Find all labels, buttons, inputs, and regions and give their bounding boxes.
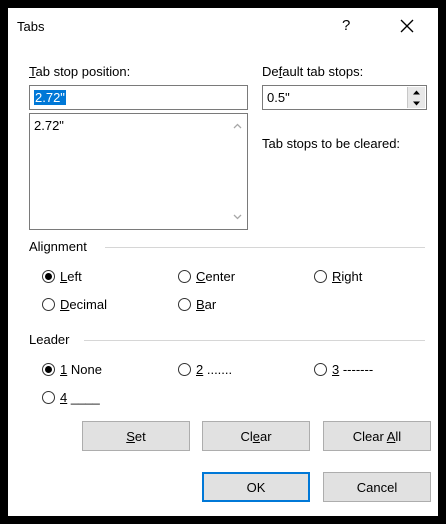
- radio-unselected-icon: [178, 363, 191, 376]
- close-icon: [400, 19, 414, 33]
- tabs-dialog: Tabs ? Tab stop position: 2.72" 2.72" De…: [8, 8, 438, 516]
- tab-stops-cleared-label: Tab stops to be cleared:: [262, 136, 401, 151]
- clear-button[interactable]: Clear: [202, 421, 310, 451]
- radio-unselected-icon: [178, 270, 191, 283]
- set-button[interactable]: Set: [82, 421, 190, 451]
- alignment-divider: [105, 247, 425, 248]
- default-tab-stops-input[interactable]: 0.5": [262, 85, 427, 110]
- alignment-decimal-radio[interactable]: Decimal: [42, 297, 107, 312]
- spin-down-icon: [413, 101, 420, 106]
- radio-unselected-icon: [314, 363, 327, 376]
- tab-stop-position-label: Tab stop position:: [29, 64, 131, 79]
- clear-all-button[interactable]: Clear All: [323, 421, 431, 451]
- radio-selected-icon: [42, 270, 55, 283]
- tab-stop-list[interactable]: 2.72": [29, 113, 248, 230]
- alignment-left-radio[interactable]: Left: [42, 269, 82, 284]
- radio-selected-icon: [42, 363, 55, 376]
- leader-none-radio[interactable]: 1 None: [42, 362, 102, 377]
- radio-unselected-icon: [314, 270, 327, 283]
- tab-stop-list-item[interactable]: 2.72": [34, 118, 64, 133]
- default-tab-stops-label: Default tab stops:: [262, 64, 364, 79]
- alignment-center-radio[interactable]: Center: [178, 269, 235, 284]
- leader-group-label: Leader: [29, 332, 70, 347]
- leader-dashes-radio[interactable]: 3 -------: [314, 362, 373, 377]
- help-button[interactable]: ?: [342, 17, 350, 34]
- dialog-title: Tabs: [17, 19, 45, 34]
- scroll-down-icon[interactable]: [233, 212, 242, 221]
- leader-divider: [84, 340, 425, 341]
- default-tab-stops-spinner[interactable]: [407, 87, 425, 108]
- alignment-bar-radio[interactable]: Bar: [178, 297, 216, 312]
- leader-underline-radio[interactable]: 4 ____: [42, 390, 100, 405]
- spin-up-icon: [413, 90, 420, 95]
- alignment-group-label: Alignment: [29, 239, 87, 254]
- radio-unselected-icon: [42, 391, 55, 404]
- ok-button[interactable]: OK: [202, 472, 310, 502]
- tab-stop-list-scrollbar[interactable]: [229, 115, 246, 228]
- tab-stop-position-value: 2.72": [34, 90, 66, 105]
- radio-unselected-icon: [42, 298, 55, 311]
- alignment-right-radio[interactable]: Right: [314, 269, 362, 284]
- default-tab-stops-value: 0.5": [267, 90, 290, 105]
- scroll-up-icon[interactable]: [233, 122, 242, 131]
- title-bar: Tabs ?: [8, 8, 438, 44]
- spin-down-button[interactable]: [408, 98, 425, 109]
- radio-unselected-icon: [178, 298, 191, 311]
- leader-dots-radio[interactable]: 2 .......: [178, 362, 232, 377]
- cancel-button[interactable]: Cancel: [323, 472, 431, 502]
- spin-up-button[interactable]: [408, 87, 425, 98]
- close-button[interactable]: [392, 13, 422, 39]
- tab-stop-position-input[interactable]: 2.72": [29, 85, 248, 110]
